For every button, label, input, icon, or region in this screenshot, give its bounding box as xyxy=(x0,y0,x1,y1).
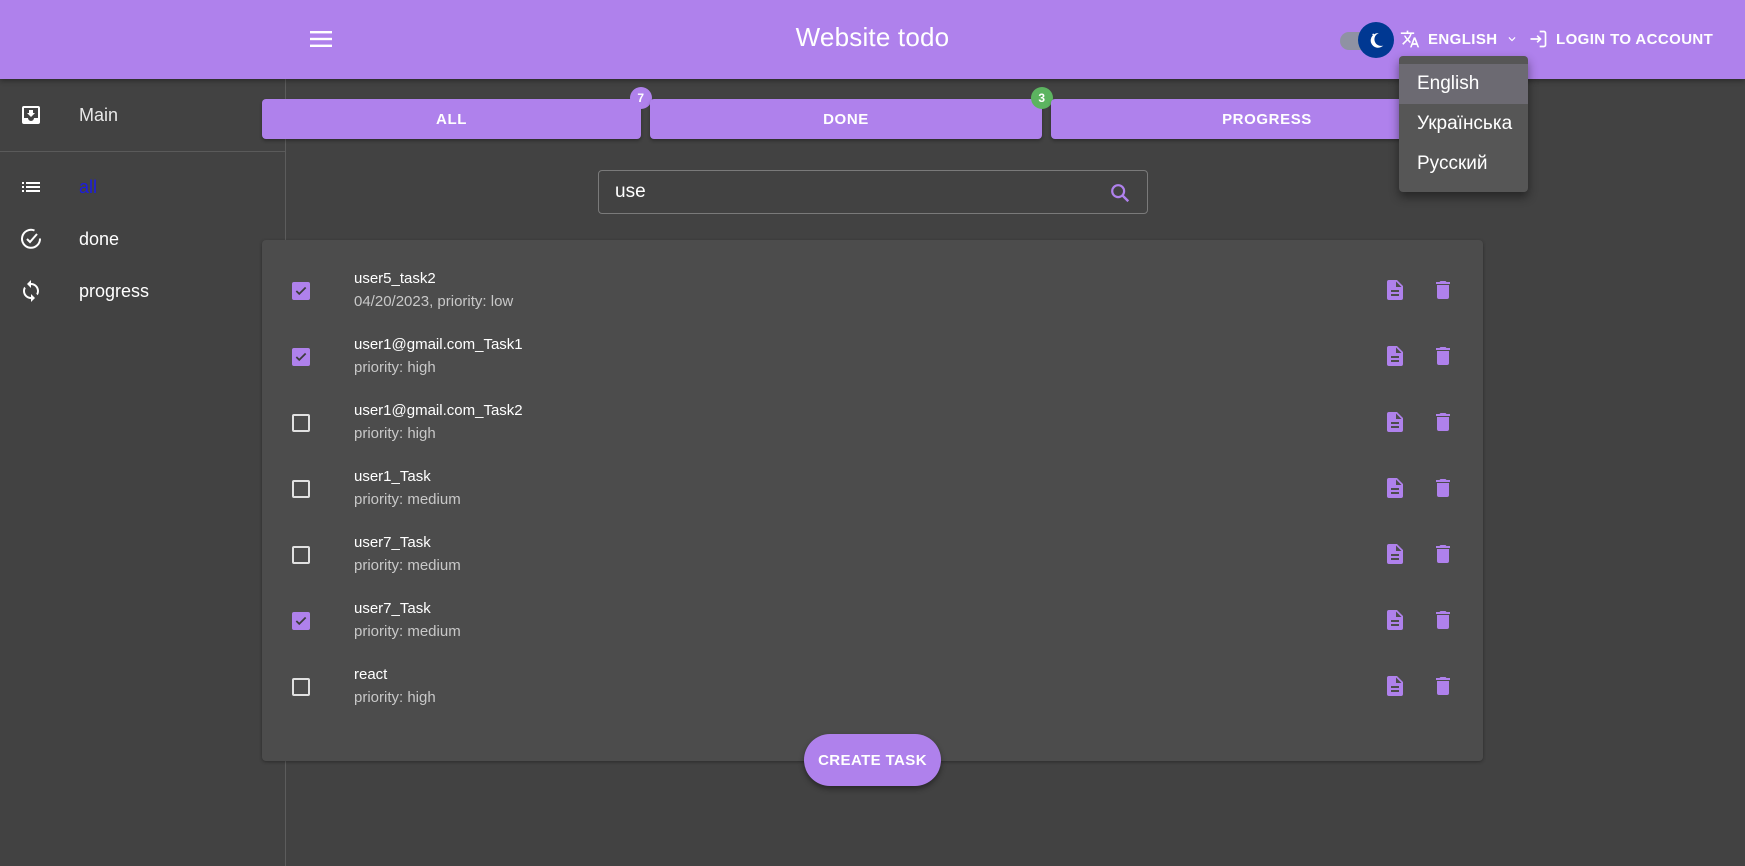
sidebar-item-progress-label: progress xyxy=(79,280,150,301)
task-row: user1@gmail.com_Task2 priority: high xyxy=(262,394,1483,460)
moon-icon xyxy=(1370,33,1384,48)
task-checkbox-checked[interactable] xyxy=(292,612,310,630)
task-checkbox-unchecked[interactable] xyxy=(292,414,310,432)
task-subtitle: priority: medium xyxy=(354,491,461,508)
sidebar: Main all done progress xyxy=(0,79,286,866)
chevron-down-icon xyxy=(1508,37,1516,42)
task-subtitle: priority: high xyxy=(354,425,436,442)
task-list: user5_task2 04/20/2023, priority: low us… xyxy=(262,240,1483,761)
language-option-ukrainian[interactable]: Українська xyxy=(1399,104,1528,144)
task-row: react priority: high xyxy=(262,658,1483,724)
tab-done[interactable]: DONE 3 xyxy=(650,87,1053,139)
document-icon[interactable] xyxy=(1383,542,1407,566)
language-menu: English Українська Русский xyxy=(1399,56,1528,192)
sync-icon xyxy=(22,280,40,302)
document-icon[interactable] xyxy=(1383,410,1407,434)
tab-done-badge: 3 xyxy=(1031,87,1053,109)
inbox-icon xyxy=(22,106,40,124)
sidebar-item-done[interactable]: done xyxy=(0,213,285,265)
sidebar-item-done-label: done xyxy=(79,228,120,249)
task-row: user7_Task priority: medium xyxy=(262,592,1483,658)
trash-icon[interactable] xyxy=(1431,542,1455,566)
document-icon[interactable] xyxy=(1383,674,1407,698)
trash-icon[interactable] xyxy=(1431,278,1455,302)
tab-done-label: DONE xyxy=(823,110,869,128)
language-option-english[interactable]: English xyxy=(1399,64,1528,104)
theme-toggle-thumb[interactable] xyxy=(1358,22,1394,58)
task-subtitle: priority: medium xyxy=(354,557,461,574)
login-icon xyxy=(1530,30,1547,48)
task-title: user5_task2 xyxy=(354,270,436,287)
tab-progress-label: PROGRESS xyxy=(1222,110,1312,128)
task-title: react xyxy=(354,666,388,683)
search-icon[interactable] xyxy=(1109,182,1131,204)
sidebar-item-all[interactable]: all xyxy=(0,161,285,213)
document-icon[interactable] xyxy=(1383,608,1407,632)
tab-all-label: ALL xyxy=(436,110,467,128)
document-icon[interactable] xyxy=(1383,344,1407,368)
translate-icon xyxy=(1400,30,1420,48)
task-subtitle: priority: high xyxy=(354,689,436,706)
task-checkbox-checked[interactable] xyxy=(292,348,310,366)
task-title: user1_Task xyxy=(354,468,431,485)
task-row: user7_Task priority: medium xyxy=(262,526,1483,592)
list-icon xyxy=(22,182,40,192)
document-icon[interactable] xyxy=(1383,278,1407,302)
task-title: user7_Task xyxy=(354,600,431,617)
trash-icon[interactable] xyxy=(1431,344,1455,368)
language-button-label: ENGLISH xyxy=(1428,30,1498,48)
task-checkbox-checked[interactable] xyxy=(292,282,310,300)
sidebar-divider xyxy=(0,151,285,152)
tab-all[interactable]: ALL 7 xyxy=(262,87,652,139)
login-button-label: LOGIN TO ACCOUNT xyxy=(1556,30,1714,48)
task-checkbox-unchecked[interactable] xyxy=(292,480,310,498)
trash-icon[interactable] xyxy=(1431,674,1455,698)
language-button[interactable]: ENGLISH xyxy=(1400,26,1519,52)
task-checkbox-unchecked[interactable] xyxy=(292,546,310,564)
task-subtitle: priority: medium xyxy=(354,623,461,640)
check-icon xyxy=(295,616,307,626)
check-circle-icon xyxy=(21,228,42,249)
task-title: user1@gmail.com_Task1 xyxy=(354,336,523,353)
sidebar-item-all-label: all xyxy=(79,176,98,197)
search-input[interactable] xyxy=(613,171,1083,213)
task-row: user1@gmail.com_Task1 priority: high xyxy=(262,328,1483,394)
sidebar-item-progress[interactable]: progress xyxy=(0,265,285,317)
language-option-russian[interactable]: Русский xyxy=(1399,144,1528,184)
task-checkbox-unchecked[interactable] xyxy=(292,678,310,696)
trash-icon[interactable] xyxy=(1431,608,1455,632)
check-icon xyxy=(295,286,307,296)
login-button[interactable]: LOGIN TO ACCOUNT xyxy=(1528,26,1713,52)
tab-all-badge: 7 xyxy=(630,87,652,109)
check-icon xyxy=(295,352,307,362)
task-title: user7_Task xyxy=(354,534,431,551)
theme-toggle[interactable] xyxy=(1338,22,1394,58)
create-task-button[interactable]: CREATE TASK xyxy=(804,734,941,786)
task-row: user5_task2 04/20/2023, priority: low xyxy=(262,262,1483,328)
search-box xyxy=(598,170,1148,214)
trash-icon[interactable] xyxy=(1431,476,1455,500)
sidebar-item-main-label: Main xyxy=(79,104,119,125)
task-subtitle: 04/20/2023, priority: low xyxy=(354,293,514,310)
task-subtitle: priority: high xyxy=(354,359,436,376)
trash-icon[interactable] xyxy=(1431,410,1455,434)
document-icon[interactable] xyxy=(1383,476,1407,500)
task-row: user1_Task priority: medium xyxy=(262,460,1483,526)
sidebar-item-main[interactable]: Main xyxy=(0,89,285,141)
task-title: user1@gmail.com_Task2 xyxy=(354,402,523,419)
